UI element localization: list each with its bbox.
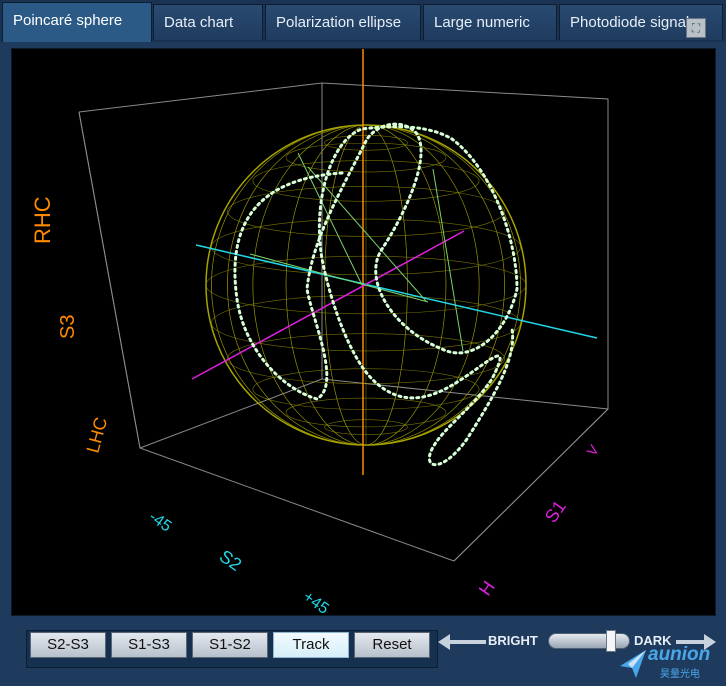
tab-polarization-ellipse[interactable]: Polarization ellipse [265,4,421,40]
sphere-canvas: RHC S3 LHC -45 S2 +45 V S1 H [30,49,609,615]
logo-mark-icon [620,650,646,678]
bright-arrow-icon [438,634,486,650]
logo-name: aunion [648,644,711,665]
p45-label: +45 [300,588,332,615]
tab-poincare-sphere[interactable]: Poincaré sphere [2,2,152,42]
s2-s3-button[interactable]: S2-S3 [30,632,106,658]
m45-label: -45 [146,508,175,535]
s1-s3-button[interactable]: S1-S3 [111,632,187,658]
rhc-label: RHC [30,196,55,244]
reset-button[interactable]: Reset [354,632,430,658]
poincare-sphere-plot[interactable]: RHC S3 LHC -45 S2 +45 V S1 H [11,48,716,616]
poincare-app: Poincaré sphere Data chart Polarization … [0,0,726,686]
s1-label: S1 [541,497,570,527]
aunion-logo-icon: aunion 昊量光电 [618,644,718,684]
h-label: H [475,577,499,599]
tab-data-chart[interactable]: Data chart [153,4,263,40]
s2-label: S2 [216,546,246,575]
s3-label: S3 [57,315,79,339]
logo-subtitle: 昊量光电 [660,669,700,680]
bottom-toolbar: S2-S3 S1-S3 S1-S2 Track Reset BRIGHT DAR… [0,618,726,686]
expand-icon[interactable]: ⛶ [686,18,706,38]
v-label: V [583,441,602,458]
track-button[interactable]: Track [273,632,349,658]
bright-label: BRIGHT [488,633,538,648]
tab-large-numeric[interactable]: Large numeric [423,4,557,40]
great-circle-chords [249,152,464,352]
s1-s2-button[interactable]: S1-S2 [192,632,268,658]
brightness-slider-thumb[interactable] [606,630,616,652]
lhc-label: LHC [83,415,112,455]
tab-bar: Poincaré sphere Data chart Polarization … [0,0,726,42]
